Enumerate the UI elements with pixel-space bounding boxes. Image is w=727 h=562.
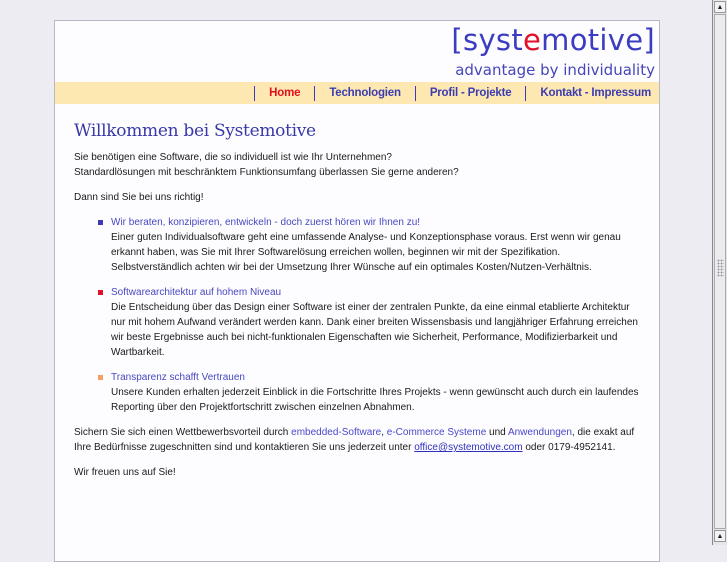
intro-text-2: Dann sind Sie bei uns richtig! xyxy=(74,192,204,203)
nav-technologien[interactable]: Technologien xyxy=(315,87,415,99)
email-link[interactable]: office@systemotive.com xyxy=(414,442,522,453)
feature-title: Transparenz schafft Vertrauen xyxy=(111,372,245,383)
nav-kontakt-impressum[interactable]: Kontakt - Impressum xyxy=(526,87,651,99)
scroll-arrow-icon[interactable]: ▲ xyxy=(714,530,726,542)
main-content: Willkommen bei Systemotive Sie benötigen… xyxy=(74,121,644,490)
feature-list: Wir beraten, konzipieren, entwickeln - d… xyxy=(74,215,644,415)
farewell-text: Wir freuen uns auf Sie! xyxy=(74,467,176,478)
list-item: Wir beraten, konzipieren, entwickeln - d… xyxy=(98,215,644,275)
list-item: Transparenz schafft Vertrauen Unsere Kun… xyxy=(98,370,644,415)
feature-text: Die Entscheidung über das Design einer S… xyxy=(111,302,638,358)
scrollbar-thumb[interactable] xyxy=(714,14,726,529)
intro-line-1: Sie benötigen eine Software, die so indi… xyxy=(74,152,392,163)
closing-text-part: Sichern Sie sich einen Wettbewerbsvortei… xyxy=(74,427,292,438)
nav-bar: Home Technologien Profil - Projekte Kont… xyxy=(55,82,659,104)
feature-text: Einer guten Individualsoftware geht eine… xyxy=(111,232,621,273)
list-item: Softwarearchitektur auf hohem Niveau Die… xyxy=(98,285,644,360)
vertical-scrollbar[interactable]: ▲ ▲ xyxy=(712,0,727,545)
feature-title: Softwarearchitektur auf hohem Niveau xyxy=(111,287,282,298)
page-title: Willkommen bei Systemotive xyxy=(74,121,316,141)
square-bullet-icon xyxy=(98,290,103,295)
tagline: advantage by individuality xyxy=(455,61,655,79)
logo[interactable]: [systemotive] xyxy=(451,23,655,57)
nav-profil-projekte[interactable]: Profil - Projekte xyxy=(416,87,526,99)
logo-text-end: motive] xyxy=(541,23,655,57)
link-anwendungen[interactable]: Anwendungen xyxy=(508,427,572,438)
scroll-up-icon[interactable]: ▲ xyxy=(714,1,726,13)
feature-title: Wir beraten, konzipieren, entwickeln - d… xyxy=(111,217,421,228)
closing-text: Sichern Sie sich einen Wettbewerbsvortei… xyxy=(74,425,644,455)
intro-text: Sie benötigen eine Software, die so indi… xyxy=(74,150,644,180)
closing-text-part: oder 0179-4952141. xyxy=(522,442,616,453)
nav-home[interactable]: Home xyxy=(255,87,314,99)
logo-accent: e xyxy=(523,23,542,57)
page-container: [systemotive] advantage by individuality… xyxy=(54,20,660,562)
square-bullet-icon xyxy=(98,220,103,225)
feature-text: Unsere Kunden erhalten jederzeit Einblic… xyxy=(111,387,639,413)
square-bullet-icon xyxy=(98,375,103,380)
intro-line-2: Standardlösungen mit beschränktem Funkti… xyxy=(74,167,459,178)
logo-text: [syst xyxy=(451,23,523,57)
link-embedded-software[interactable]: embedded-Software xyxy=(291,427,381,438)
link-ecommerce[interactable]: e-Commerce Systeme xyxy=(387,427,486,438)
grip-icon xyxy=(717,259,724,277)
closing-text-part: und xyxy=(486,427,508,438)
